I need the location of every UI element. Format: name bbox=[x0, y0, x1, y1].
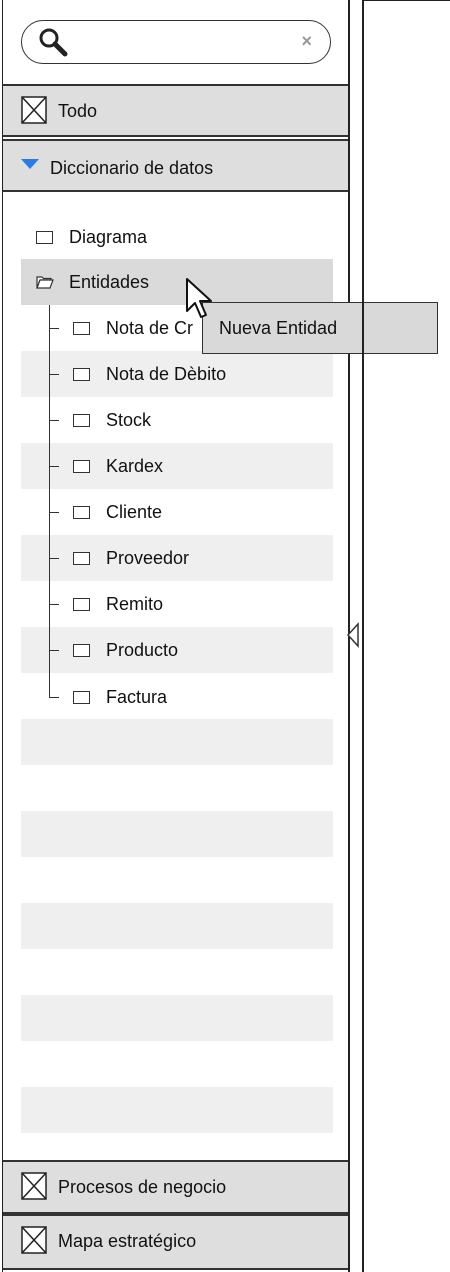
section-header-mapa[interactable]: Mapa estratégico bbox=[3, 1214, 348, 1270]
file-icon bbox=[73, 551, 90, 565]
tree-child[interactable]: Stock bbox=[73, 408, 151, 432]
placeholder-icon bbox=[21, 1226, 47, 1254]
tree-child[interactable]: Nota de Cr bbox=[73, 316, 193, 340]
file-icon bbox=[73, 367, 90, 381]
tree-child[interactable]: Producto bbox=[73, 638, 178, 662]
tree-item-label: Entidades bbox=[69, 271, 150, 292]
placeholder-icon bbox=[21, 96, 47, 124]
tree-child-label: Remito bbox=[106, 593, 164, 614]
tree-child[interactable]: Factura bbox=[73, 685, 167, 709]
tree-branch bbox=[49, 697, 59, 698]
clear-icon[interactable]: × bbox=[301, 31, 312, 52]
context-menu: Nueva Entidad bbox=[202, 302, 438, 354]
placeholder-icon bbox=[21, 1172, 47, 1200]
tree-branch bbox=[49, 420, 59, 421]
expanded-triangle-icon bbox=[21, 159, 39, 169]
row-band bbox=[21, 811, 333, 857]
tree-branch bbox=[49, 374, 59, 375]
content-top-border bbox=[364, 0, 450, 1]
collapse-sidebar-icon[interactable] bbox=[346, 622, 360, 648]
tree-item-label: Diagrama bbox=[69, 226, 148, 247]
menu-item-nueva-entidad[interactable]: Nueva Entidad bbox=[219, 318, 337, 339]
section-label-procesos: Procesos de negocio bbox=[58, 1177, 227, 1197]
tree-child[interactable]: Kardex bbox=[73, 454, 163, 478]
tree-branch bbox=[49, 650, 59, 651]
section-label-todo: Todo bbox=[58, 101, 98, 121]
tree-child[interactable]: Remito bbox=[73, 592, 163, 616]
row-band bbox=[21, 719, 333, 765]
file-icon bbox=[73, 597, 90, 611]
tree-child-label: Proveedor bbox=[106, 547, 190, 568]
tree-item-entidades[interactable]: Entidades bbox=[36, 270, 149, 294]
row-band bbox=[21, 903, 333, 949]
tree-branch bbox=[49, 512, 59, 513]
file-icon bbox=[73, 321, 90, 335]
tree-child-label: Factura bbox=[106, 686, 168, 707]
file-icon bbox=[73, 690, 90, 704]
tree-branch bbox=[49, 558, 59, 559]
tree-child-label: Nota de Cr bbox=[106, 317, 194, 338]
panel-divider[interactable] bbox=[362, 0, 364, 1272]
tree-child-label: Stock bbox=[106, 409, 152, 430]
tree-connector bbox=[49, 305, 50, 698]
row-band bbox=[21, 1087, 333, 1133]
row-band bbox=[21, 443, 333, 489]
section-label-diccionario: Diccionario de datos bbox=[50, 158, 214, 178]
file-icon bbox=[73, 505, 90, 519]
tree-child-label: Kardex bbox=[106, 455, 164, 476]
row-band bbox=[21, 995, 333, 1041]
tree-child[interactable]: Cliente bbox=[73, 500, 162, 524]
section-header-diccionario[interactable]: Diccionario de datos bbox=[3, 139, 348, 192]
file-icon bbox=[73, 643, 90, 657]
sidebar: × Todo Diccionario de datos Diagrama Ent… bbox=[2, 0, 438, 1272]
folder-open-icon bbox=[36, 276, 54, 289]
tree-child-label: Cliente bbox=[106, 501, 163, 522]
tree-branch bbox=[49, 604, 59, 605]
section-label-mapa: Mapa estratégico bbox=[58, 1231, 197, 1251]
file-icon bbox=[36, 230, 53, 244]
file-icon bbox=[73, 413, 90, 427]
tree-branch bbox=[49, 328, 59, 329]
search-box[interactable]: × bbox=[21, 20, 331, 64]
section-header-procesos[interactable]: Procesos de negocio bbox=[3, 1160, 348, 1214]
tree-item-diagrama[interactable]: Diagrama bbox=[36, 225, 147, 249]
file-icon bbox=[73, 459, 90, 473]
search-icon bbox=[39, 28, 68, 57]
section-header-todo[interactable]: Todo bbox=[3, 84, 348, 137]
search-input[interactable] bbox=[78, 29, 292, 57]
tree-branch bbox=[49, 466, 59, 467]
tree-child[interactable]: Nota de Dèbito bbox=[73, 362, 226, 386]
tree-child-label: Nota de Dèbito bbox=[106, 363, 227, 384]
tree-child-label: Producto bbox=[106, 639, 179, 660]
tree-child[interactable]: Proveedor bbox=[73, 546, 189, 570]
mouse-cursor-icon bbox=[186, 278, 212, 318]
